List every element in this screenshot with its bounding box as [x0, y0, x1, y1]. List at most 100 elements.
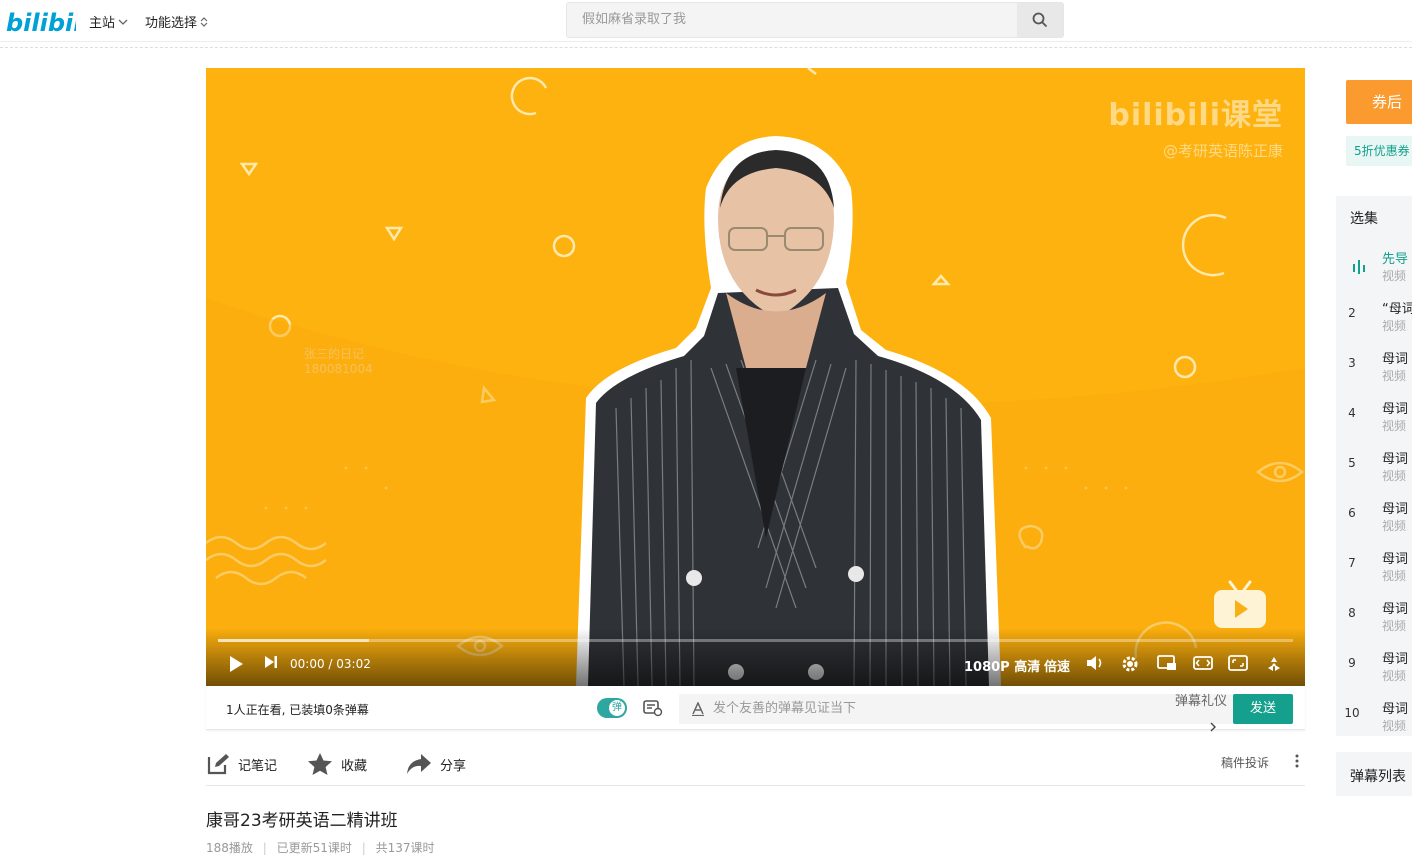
note-label: 记笔记 — [238, 758, 278, 774]
episode-sub: 视频 — [1382, 419, 1407, 433]
star-icon — [308, 753, 332, 775]
episode-item[interactable]: 6 母词 视频 — [1336, 492, 1412, 542]
share-icon — [407, 754, 431, 774]
episode-item[interactable]: 8 母词 视频 — [1336, 592, 1412, 642]
search-input[interactable]: 假如麻省录取了我 — [567, 3, 1019, 37]
svg-text:180081004: 180081004 — [304, 362, 373, 376]
next-icon — [265, 656, 277, 668]
coupon-badge[interactable]: 5折优惠券 — [1346, 136, 1412, 166]
viewers-count: 1人正在看, 已装填0条弹幕 — [226, 703, 369, 717]
header-divider — [0, 47, 1412, 48]
text-style-icon[interactable] — [691, 702, 705, 716]
play-count: 188播放 — [206, 841, 253, 855]
episode-number: 10 — [1344, 706, 1360, 720]
episode-sub: 视频 — [1382, 369, 1407, 383]
danmaku-etiquette-link[interactable]: 弹幕礼仪 — [1171, 694, 1231, 737]
coupon-label: 券后 — [1372, 93, 1403, 111]
widescreen-button[interactable] — [1193, 655, 1213, 671]
episode-sub: 视频 — [1382, 569, 1407, 583]
report-button[interactable]: 稿件投诉 — [1221, 754, 1269, 771]
danmaku-settings-button[interactable] — [643, 699, 663, 721]
danmaku-bar: 1人正在看, 已装填0条弹幕 弹 发个友善的弹幕见证当下 弹幕礼仪 发送 — [206, 686, 1305, 732]
next-button[interactable] — [264, 655, 278, 669]
progress-fill — [218, 639, 369, 642]
favorite-button[interactable]: 收藏 — [307, 748, 367, 780]
episode-number: 4 — [1348, 406, 1356, 420]
nav-feature-label: 功能选择 — [145, 16, 198, 31]
episode-item[interactable]: 9 母词 视频 — [1336, 642, 1412, 692]
svg-text:张三的日记: 张三的日记 — [304, 346, 364, 361]
player-controls: 00:00 / 03:02 1080P 高清 倍速 — [206, 628, 1305, 686]
episode-item[interactable]: 4 母词 视频 — [1336, 392, 1412, 442]
episode-list: 选集 先导 视频 2 “母词 视频 3 母词 视频 4 母词 视频 5 母词 视… — [1336, 196, 1412, 736]
note-icon — [207, 754, 229, 775]
play-button[interactable] — [228, 655, 244, 673]
action-row: 记笔记 收藏 分享 稿件投诉 — [206, 748, 1305, 782]
brand-author: @考研英语陈正康 — [1162, 142, 1283, 160]
episode-number: 6 — [1348, 506, 1356, 520]
episode-item[interactable]: 2 “母词 视频 — [1336, 292, 1412, 342]
fullscreen-button[interactable] — [1264, 655, 1284, 673]
send-danmaku-button[interactable]: 发送 — [1233, 694, 1293, 724]
bilibili-tv-icon[interactable] — [1212, 578, 1268, 630]
search-button[interactable] — [1017, 3, 1063, 37]
episode-item[interactable]: 10 母词 视频 — [1336, 692, 1412, 736]
episode-list-title: 选集 — [1350, 211, 1378, 227]
widescreen-icon — [1193, 656, 1213, 670]
episode-sub: 视频 — [1382, 669, 1407, 683]
episode-title: 母词 — [1382, 702, 1409, 717]
gear-icon — [1122, 656, 1138, 672]
episode-title: 母词 — [1382, 452, 1409, 467]
playing-bars-icon — [1353, 260, 1365, 274]
episode-title: 母词 — [1382, 652, 1409, 667]
more-button[interactable] — [1295, 754, 1299, 772]
episode-number: 8 — [1348, 606, 1356, 620]
note-button[interactable]: 记笔记 — [206, 748, 277, 780]
danmaku-list-panel[interactable]: 弹幕列表 — [1336, 752, 1412, 796]
mini-player-button[interactable] — [1157, 655, 1177, 671]
episode-item[interactable]: 3 母词 视频 — [1336, 342, 1412, 392]
episode-sub: 视频 — [1382, 719, 1407, 733]
fullscreen-icon — [1268, 657, 1280, 671]
video-player[interactable]: 张三的日记 180081004 bilibili课堂 @考研英语陈正康 00:0… — [206, 68, 1305, 686]
episode-title: 母词 — [1382, 552, 1409, 567]
episode-number: 3 — [1348, 356, 1356, 370]
danmaku-settings-icon — [643, 700, 663, 717]
svg-text:bilibili: bilibili — [6, 9, 76, 37]
course-title: 康哥23考研英语二精讲班 — [206, 811, 398, 831]
episode-title: 母词 — [1382, 402, 1409, 417]
volume-icon — [1087, 656, 1102, 670]
nav-main[interactable]: 主站 — [89, 12, 128, 31]
quality-selector[interactable]: 1080P 高清 — [964, 656, 1040, 675]
episode-number: 9 — [1348, 656, 1356, 670]
search-icon — [1032, 12, 1048, 28]
episode-sub: 视频 — [1382, 469, 1407, 483]
chevron-down-icon — [118, 19, 128, 25]
nav-feature-select[interactable]: 功能选择 — [145, 12, 208, 31]
episode-item[interactable]: 7 母词 视频 — [1336, 542, 1412, 592]
share-button[interactable]: 分享 — [406, 748, 466, 780]
episode-number: 5 — [1348, 456, 1356, 470]
nav-main-label: 主站 — [89, 16, 116, 31]
speed-selector[interactable]: 倍速 — [1044, 656, 1070, 675]
episode-title: 母词 — [1382, 502, 1409, 517]
bilibili-logo[interactable]: bilibili — [6, 5, 76, 37]
episode-item[interactable]: 先导 视频 — [1336, 242, 1412, 292]
top-header: bilibili 主站 功能选择 假如麻省录取了我 — [0, 0, 1412, 42]
coupon-buy-button[interactable]: 券后 — [1346, 80, 1412, 124]
settings-button[interactable] — [1121, 655, 1139, 673]
progress-bar[interactable] — [218, 639, 1293, 642]
episode-sub: 视频 — [1382, 319, 1407, 333]
danmaku-toggle[interactable]: 弹 — [597, 698, 627, 718]
web-fullscreen-button[interactable] — [1228, 655, 1248, 671]
episode-sub: 视频 — [1382, 519, 1407, 533]
episode-number: 2 — [1348, 306, 1356, 320]
danmaku-list-label: 弹幕列表 — [1350, 769, 1406, 785]
danmaku-etiquette-label: 弹幕礼仪 — [1174, 694, 1227, 709]
episode-number: 7 — [1348, 556, 1356, 570]
web-fullscreen-icon — [1228, 655, 1248, 671]
course-meta: 188播放 | 已更新51课时 | 共137课时 — [206, 841, 435, 855]
danmaku-input[interactable]: 发个友善的弹幕见证当下 — [713, 694, 856, 724]
episode-item[interactable]: 5 母词 视频 — [1336, 442, 1412, 492]
volume-button[interactable] — [1086, 655, 1104, 671]
